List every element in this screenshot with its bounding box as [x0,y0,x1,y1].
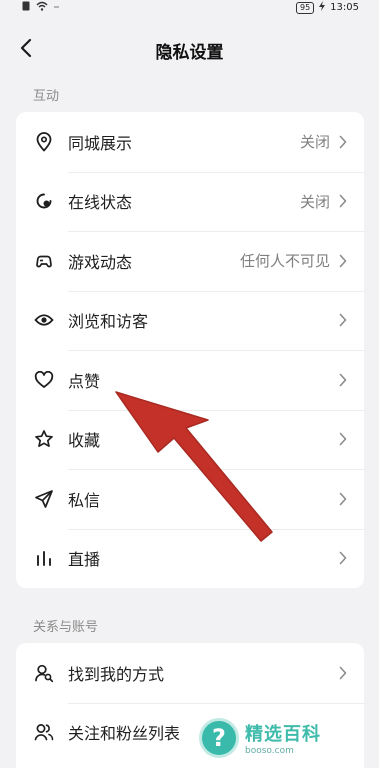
settings-row-game-activity[interactable]: 游戏动态 任何人不可见 [16,231,364,291]
signal-dash-icon [54,1,60,14]
live-bars-icon [34,548,54,568]
status-right: 95 13:05 [295,1,359,14]
heart-icon [34,370,54,390]
interaction-settings-card: 同城展示 关闭 在线状态 关闭 游戏动态 任何人不可见 浏览和访客 点赞 收藏 … [16,112,364,588]
question-mark-logo-icon: ? [199,718,239,758]
watermark-main: 精选百科 [245,724,321,745]
chevron-right-icon [338,313,348,327]
settings-row-nearby[interactable]: 同城展示 关闭 [16,112,364,172]
chevron-right-icon [338,373,348,387]
status-bar: 95 13:05 [0,0,379,16]
chevron-right-icon [338,194,348,208]
status-time: 13:05 [330,2,359,13]
followers-icon [34,722,54,742]
chevron-right-icon [338,666,348,680]
settings-row-browse-visitors[interactable]: 浏览和访客 [16,290,364,351]
row-label: 点赞 [68,371,101,391]
row-label: 私信 [68,490,101,510]
settings-row-likes[interactable]: 点赞 [16,350,364,410]
site-watermark: ? 精选百科 booso.com [199,712,369,764]
row-label: 游戏动态 [68,252,133,272]
battery-level: 95 [295,1,315,14]
watermark-sub: booso.com [245,746,294,756]
chevron-right-icon [338,135,348,149]
star-icon [34,429,54,449]
row-label: 在线状态 [68,193,133,213]
game-controller-icon [34,251,54,271]
row-label: 浏览和访客 [68,312,149,332]
find-user-icon [34,663,54,683]
settings-row-online-status[interactable]: 在线状态 关闭 [16,171,364,232]
row-value: 关闭 [299,192,330,211]
eye-icon [34,310,54,330]
watermark-glyph: ? [212,724,226,752]
row-label: 收藏 [68,431,101,451]
paper-plane-icon [34,489,54,509]
sim-icon [22,1,30,14]
chevron-right-icon [338,492,348,506]
section-label-relationships: 关系与账号 [33,620,99,635]
settings-row-find-me[interactable]: 找到我的方式 [16,643,364,703]
row-label: 直播 [68,550,101,570]
wifi-icon [36,1,48,14]
nav-bar: 隐私设置 [0,30,379,70]
settings-row-live[interactable]: 直播 [16,528,364,589]
chevron-right-icon [338,551,348,565]
row-value: 任何人不可见 [239,252,330,271]
online-status-icon [34,191,54,211]
chevron-right-icon [338,254,348,268]
settings-row-messages[interactable]: 私信 [16,469,364,529]
section-label-interaction: 互动 [33,89,60,104]
settings-row-favorites[interactable]: 收藏 [16,409,364,470]
charging-icon [319,1,326,14]
location-pin-icon [34,131,54,152]
status-left [22,1,60,14]
row-label: 同城展示 [68,133,133,153]
watermark-text: 精选百科 booso.com [245,720,321,756]
row-value: 关闭 [299,133,330,152]
chevron-right-icon [338,432,348,446]
page-title: 隐私设置 [155,43,224,63]
row-label: 找到我的方式 [68,664,165,684]
